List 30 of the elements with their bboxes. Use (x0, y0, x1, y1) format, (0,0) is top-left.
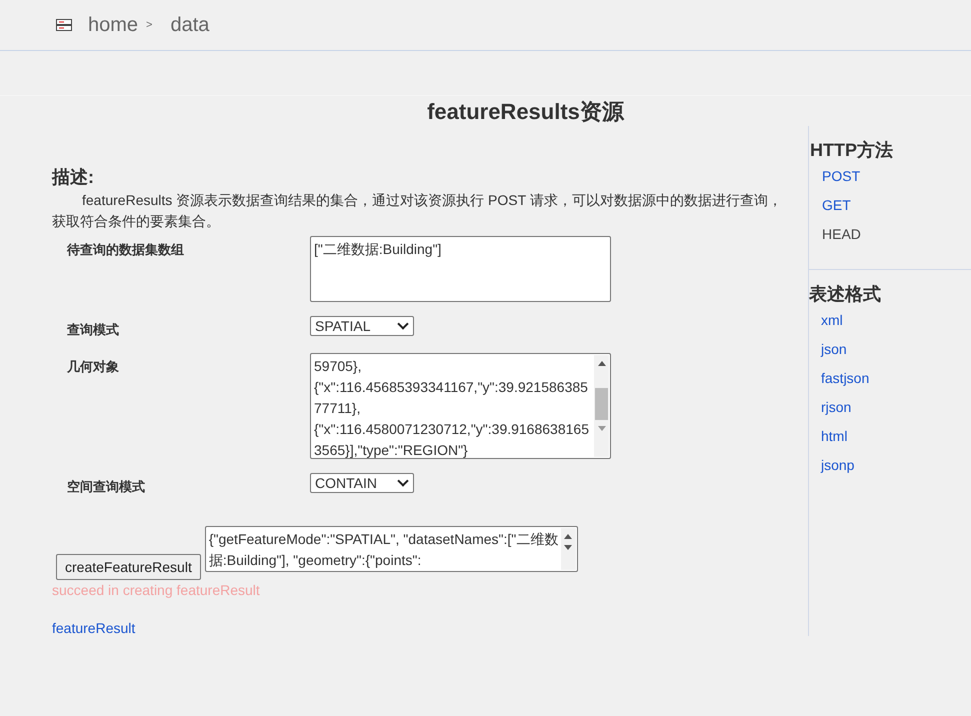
dropdown[interactable]: CONTAIN (310, 473, 414, 493)
create-button[interactable]: createFeatureResult (56, 554, 201, 580)
sidebar-link[interactable]: json (821, 341, 847, 357)
breadcrumb-link[interactable]: home (88, 14, 138, 36)
text-area[interactable]: 59705}, {"x":116.45685393341167,"y":39.921586385 77711}, {"x":116.4580071230712,"y":39.9168638165 3565}],"type":"REGION"} (310, 353, 611, 459)
breadcrumb-separator: > (146, 19, 152, 31)
dropdown[interactable]: SPATIAL (310, 316, 414, 336)
result-link[interactable]: featureResult (52, 620, 136, 636)
field-label: 查询模式 (67, 321, 120, 339)
field-label: 待查询的数据集数组 (67, 241, 185, 259)
request-text-area[interactable]: {"getFeatureMode":"SPATIAL", "datasetNames":["二维数据:Building"], "geometry":{"points": (204, 526, 578, 572)
sidebar-link[interactable]: jsonp (821, 457, 854, 473)
sidebar-heading: 表述格式 (809, 283, 882, 306)
sidebar-heading: HTTP方法 (810, 139, 894, 162)
sidebar-link[interactable]: POST (822, 168, 860, 184)
sidebar-link[interactable]: rjson (821, 399, 852, 415)
sidebar-link[interactable]: html (821, 428, 848, 444)
text-area[interactable]: ["二维数据:Building"] (310, 236, 611, 302)
sidebar-link[interactable]: xml (821, 312, 843, 328)
breadcrumb-link[interactable]: data (170, 14, 210, 36)
sidebar-link: HEAD (822, 226, 861, 242)
page-title: featureResults资源 (426, 98, 626, 126)
section-heading: 描述: (52, 166, 95, 188)
server-icon (56, 19, 72, 31)
sidebar-link[interactable]: fastjson (821, 370, 870, 386)
field-label: 几何对象 (67, 358, 120, 376)
sidebar-link[interactable]: GET (822, 197, 851, 213)
status-message: succeed in creating featureResult (52, 582, 261, 598)
description-text: featureResults 资源表示数据查询结果的集合，通过对该资源执行 POST 请求，可以对数据源中的数据进行查询，获取符合条件的要素集合。 (52, 191, 782, 231)
field-label: 空间查询模式 (67, 478, 146, 496)
